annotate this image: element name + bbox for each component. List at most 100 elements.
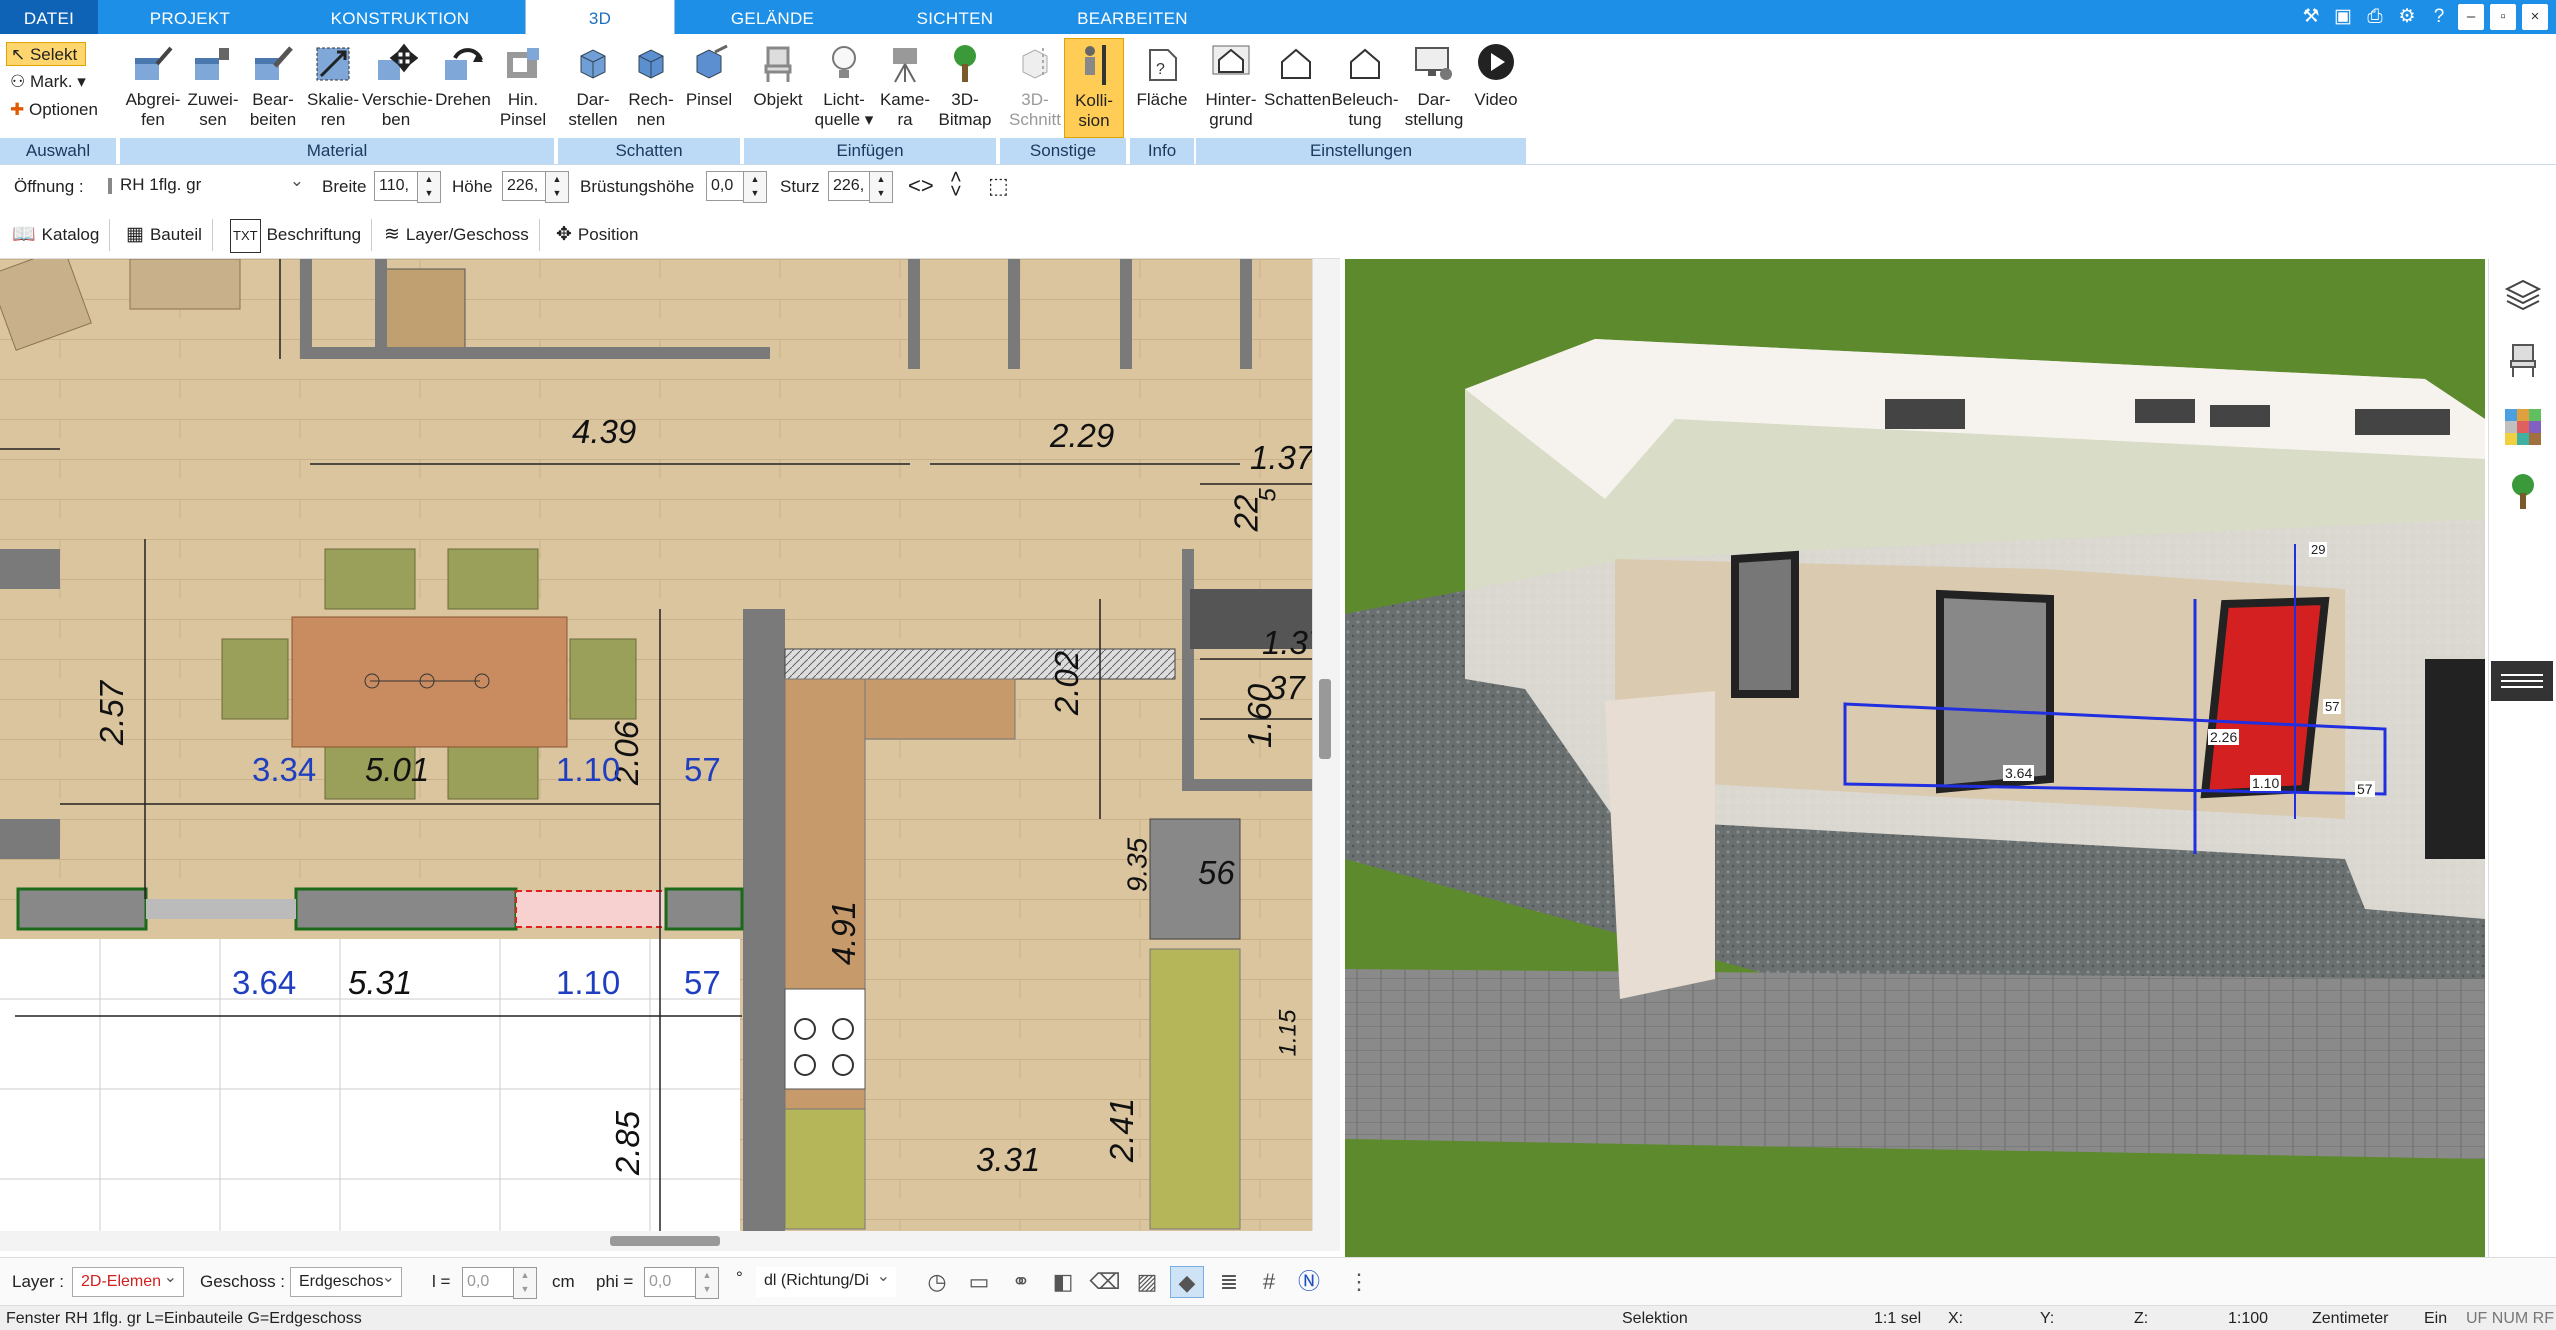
hoehe-input[interactable]: 226,: [502, 171, 569, 203]
plan-vertical-scrollbar[interactable]: [1312, 259, 1340, 1231]
zuweisen-button[interactable]: Zuwei-sen: [182, 38, 244, 138]
darstellung-button[interactable]: Dar-stellung: [1402, 38, 1466, 138]
bitmap-3d-label-2: Bitmap: [938, 110, 992, 129]
monitor-icon[interactable]: ▭: [962, 1266, 996, 1298]
materials-icon[interactable]: [2503, 407, 2543, 447]
hin-pinsel-button[interactable]: Hin. Pinsel: [492, 38, 554, 138]
hatch-icon[interactable]: ▨: [1130, 1266, 1164, 1298]
flaeche-button[interactable]: ? Fläche: [1130, 38, 1194, 138]
tab-konstruktion[interactable]: KONSTRUKTION: [300, 0, 500, 34]
beleuchtung-label-2: tung: [1348, 110, 1382, 129]
sturz-label: Sturz: [780, 177, 820, 196]
tab-gelaende[interactable]: GELÄNDE: [700, 0, 845, 34]
eraser-icon[interactable]: ⌫: [1088, 1266, 1122, 1298]
dim-label: 56: [1198, 854, 1235, 891]
tools-icon[interactable]: ⚒: [2298, 4, 2324, 30]
darstellen-button[interactable]: Dar-stellen: [562, 38, 624, 138]
tab-projekt[interactable]: PROJEKT: [120, 0, 260, 34]
flip-vertical-icon[interactable]: ˄ ˅: [950, 168, 962, 202]
grid-icon[interactable]: #: [1252, 1266, 1286, 1298]
more-icon[interactable]: ⋮: [1342, 1266, 1376, 1298]
tab-datei[interactable]: DATEI: [0, 0, 98, 34]
optionen-button[interactable]: ✚ Optionen: [6, 98, 116, 122]
scroll-thumb[interactable]: [610, 1236, 720, 1246]
dim-label: 4.91: [825, 900, 863, 966]
bauteil-label: Bauteil: [149, 225, 202, 244]
close-button[interactable]: ×: [2522, 4, 2548, 30]
schatten-pinsel-button[interactable]: Pinsel: [678, 38, 740, 138]
breite-input[interactable]: 110,: [374, 171, 441, 203]
video-label: Video: [1474, 90, 1518, 109]
verschieben-button[interactable]: Verschie-ben: [362, 38, 433, 138]
tree-icon[interactable]: [2503, 471, 2543, 511]
skalieren-button[interactable]: Skalie-ren: [302, 38, 364, 138]
darstellung-label-1: Dar-: [1417, 90, 1451, 109]
layer-geschoss-button[interactable]: ≋ Layer/Geschoss: [376, 219, 540, 251]
tab-sichten[interactable]: SICHTEN: [880, 0, 1030, 34]
scroll-thumb[interactable]: [1319, 679, 1331, 759]
app-window: DATEI PROJEKT KONSTRUKTION 3D GELÄNDE SI…: [0, 0, 2556, 1330]
schatten-einstellung-button[interactable]: Schatten: [1264, 38, 1331, 138]
binoculars-icon[interactable]: ⚭: [1004, 1266, 1038, 1298]
area-info-icon: ?: [1149, 49, 1177, 81]
stack-icon[interactable]: ≣: [1212, 1266, 1246, 1298]
schnitt-3d-button[interactable]: 3D- Schnitt: [1004, 38, 1066, 138]
hin-pinsel-label-1: Hin.: [507, 90, 539, 109]
plan-horizontal-scrollbar[interactable]: [0, 1231, 1340, 1251]
oeffnung-value: RH 1flg. gr: [120, 175, 202, 194]
bauteil-button[interactable]: ▦ Bauteil: [118, 219, 213, 251]
plane-icon[interactable]: ◆: [1170, 1266, 1204, 1298]
bearbeiten-button[interactable]: Bear-beiten: [242, 38, 304, 138]
hintergrund-button[interactable]: Hinter-grund: [1198, 38, 1264, 138]
beschriftung-button[interactable]: TXT Beschriftung: [222, 219, 373, 253]
katalog-button[interactable]: 📖 Katalog: [4, 219, 111, 251]
clock-icon[interactable]: ◷: [920, 1266, 954, 1298]
oeffnung-label: Öffnung :: [14, 177, 84, 196]
save-icon[interactable]: ▣: [2330, 4, 2356, 30]
north-icon[interactable]: Ⓝ: [1292, 1266, 1326, 1298]
rechnen-button[interactable]: Rech-nen: [620, 38, 682, 138]
bruestungshoehe-input[interactable]: 0,0: [706, 171, 767, 203]
layer-color-icon[interactable]: ◧: [1046, 1266, 1080, 1298]
3d-view[interactable]: 3.64 1.10 57 2.26 29 57: [1345, 259, 2485, 1257]
drehen-button[interactable]: Drehen: [432, 38, 494, 138]
direction-select[interactable]: dl (Richtung/Di: [756, 1263, 896, 1297]
cube-brush-icon: [696, 44, 728, 79]
kollision-button[interactable]: Kolli-sion: [1064, 38, 1124, 138]
abgreifen-button[interactable]: Abgrei-fen: [122, 38, 184, 138]
layer-select[interactable]: 2D-Elemen: [72, 1264, 184, 1297]
geschoss-select[interactable]: Erdgeschos: [290, 1264, 402, 1297]
sturz-input[interactable]: 226,: [828, 171, 893, 203]
dim-label: 2.02: [1048, 650, 1086, 716]
tab-bearbeiten[interactable]: BEARBEITEN: [1045, 0, 1220, 34]
bitmap-3d-label-1: 3D-: [951, 90, 979, 109]
lichtquelle-button[interactable]: Licht-quelle ▾: [812, 38, 876, 138]
tab-3d[interactable]: 3D: [525, 0, 675, 35]
floor-plan-view[interactable]: 4.39 2.29 1.37 2.57 5.01 2.06 2.02 1.60 …: [0, 259, 1312, 1231]
window-view-icon[interactable]: ⬚: [988, 173, 1009, 199]
paint-bucket-icon: [195, 48, 229, 80]
status-ein: Ein: [2424, 1310, 2448, 1327]
length-input[interactable]: 0,0: [462, 1267, 537, 1299]
hintergrund-label-1: Hinter-: [1205, 90, 1257, 109]
bitmap-3d-button[interactable]: 3D- Bitmap: [936, 38, 994, 138]
video-button[interactable]: Video: [1466, 38, 1526, 138]
selekt-button[interactable]: ↖ Selekt: [6, 42, 86, 66]
help-icon[interactable]: ?: [2426, 4, 2452, 30]
position-button[interactable]: ✥ Position: [548, 219, 648, 251]
flip-horizontal-icon[interactable]: <>: [908, 173, 934, 199]
kamera-button[interactable]: Kame-ra: [876, 38, 934, 138]
layers-icon[interactable]: [2503, 275, 2543, 315]
mark-button[interactable]: ⚇ Mark. ▾: [6, 70, 86, 94]
objekt-button[interactable]: Objekt: [746, 38, 810, 138]
chair-icon[interactable]: [2503, 341, 2543, 381]
restore-button[interactable]: ▫: [2490, 4, 2516, 30]
3d-dim-label: 3.64: [2003, 765, 2035, 781]
phi-input[interactable]: 0,0: [644, 1267, 719, 1299]
settings-icon[interactable]: ⚙: [2394, 4, 2420, 30]
oeffnung-select[interactable]: RH 1flg. gr: [100, 167, 310, 201]
panel-toggle-icon[interactable]: [2491, 661, 2553, 701]
minimize-button[interactable]: –: [2458, 4, 2484, 30]
print-icon[interactable]: ⎙: [2362, 4, 2388, 30]
beleuchtung-button[interactable]: Beleuch-tung: [1330, 38, 1400, 138]
